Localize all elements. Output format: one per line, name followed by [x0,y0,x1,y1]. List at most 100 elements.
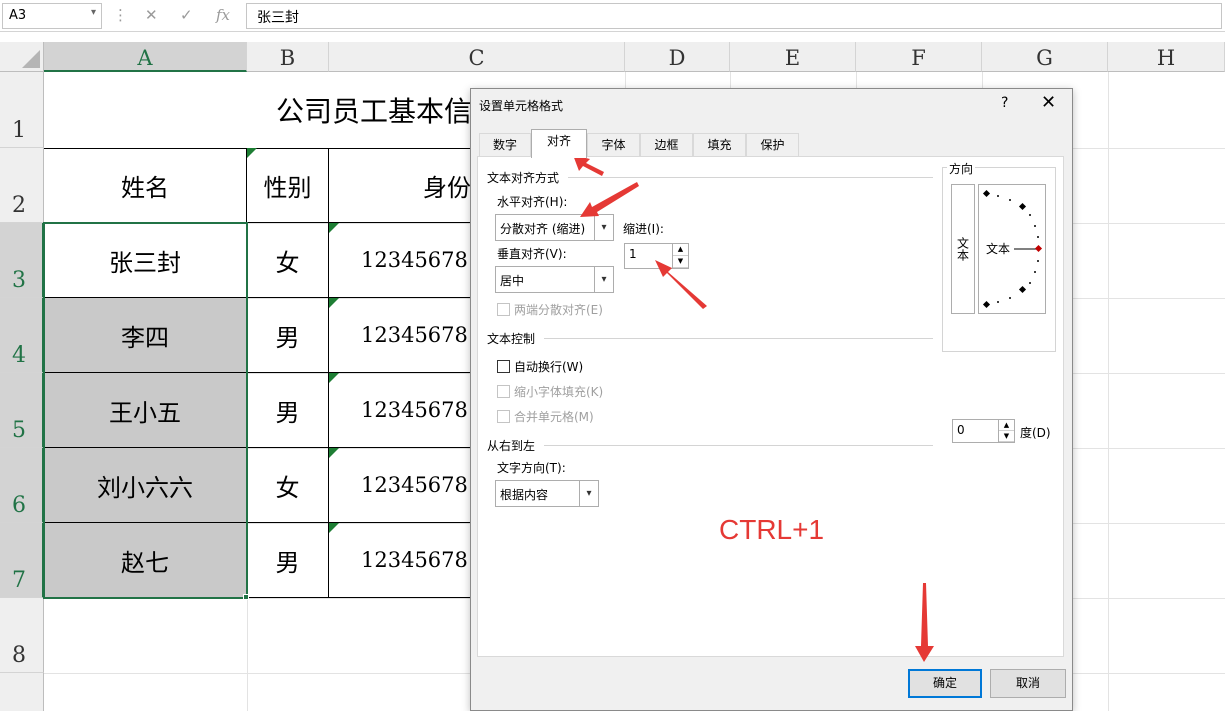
error-indicator [329,298,339,308]
chevron-down-icon[interactable]: ▾ [91,7,96,18]
section-text-alignment: 文本对齐方式 [487,171,560,185]
cell-a5[interactable]: 王小五 [44,373,247,448]
section-divider [568,177,933,178]
row-header-2[interactable]: 2 [0,148,44,223]
cell-b3[interactable]: 女 [247,223,329,298]
shortcut-annotation: CTRL+1 [719,514,825,545]
row-header-8[interactable]: 8 [0,598,44,673]
chevron-down-icon[interactable]: ▾ [594,267,613,292]
vertical-align-select[interactable]: 居中 ▾ [495,266,614,293]
cancel-icon[interactable]: ✕ [145,6,158,24]
row-header-4[interactable]: 4 [0,298,44,373]
row-header-6[interactable]: 6 [0,448,44,523]
format-cells-dialog: 设置单元格格式 ? ✕ 数字 对齐 字体 边框 填充 保护 文本对齐方式 水平对… [470,88,1073,711]
formula-input[interactable]: 张三封 [246,3,1222,29]
ok-button[interactable]: 确定 [908,669,982,698]
section-orientation: 方向 [947,160,976,177]
gridline [247,598,248,711]
tab-number[interactable]: 数字 [479,133,531,157]
help-icon[interactable]: ? [1001,95,1008,111]
cell-c4[interactable]: 12345678 [329,298,474,373]
error-indicator [329,223,339,233]
fill-handle[interactable] [243,594,249,600]
tab-border[interactable]: 边框 [640,133,693,157]
text-direction-value: 根据内容 [500,488,549,502]
name-box[interactable]: A3 ▾ [2,3,102,29]
chevron-down-icon[interactable]: ▾ [594,215,613,240]
column-header-b[interactable]: B [247,42,329,72]
cell-a4[interactable]: 李四 [44,298,247,373]
tab-fill[interactable]: 填充 [693,133,746,157]
column-header-h[interactable]: H [1108,42,1225,72]
cell-a6[interactable]: 刘小六六 [44,448,247,523]
spin-up-icon[interactable]: ▲ [999,420,1014,431]
column-header-c[interactable]: C [329,42,625,72]
gridline [1108,72,1109,711]
cell-a3[interactable]: 张三封 [44,223,247,298]
column-header-a[interactable]: A [44,42,247,72]
cell-b5[interactable]: 男 [247,373,329,448]
indent-stepper[interactable]: 1 ▲ ▼ [624,243,689,269]
row-header-1[interactable]: 1 [0,72,44,148]
section-divider [544,445,933,446]
vertical-text-box[interactable]: 文本 [951,184,975,314]
wrap-text-checkbox[interactable] [497,360,510,373]
degrees-stepper[interactable]: 0 ▲ ▼ [952,419,1015,443]
shrink-to-fit-checkbox[interactable] [497,385,510,398]
cell-c7[interactable]: 12345678 [329,523,474,598]
horizontal-align-label: 水平对齐(H): [497,195,568,209]
spin-up-icon[interactable]: ▲ [673,244,688,256]
error-indicator [329,373,339,383]
text-direction-label: 文字方向(T): [497,461,566,475]
cell-c2[interactable]: 身份 [329,148,474,223]
spin-down-icon[interactable]: ▼ [673,256,688,268]
vertical-align-label: 垂直对齐(V): [497,247,567,261]
tab-protection[interactable]: 保护 [746,133,799,157]
merge-cells-label: 合并单元格(M) [514,410,594,424]
cell-a2[interactable]: 姓名 [44,148,247,223]
shrink-to-fit-label: 缩小字体填充(K) [514,385,604,399]
column-header-g[interactable]: G [982,42,1108,72]
chevron-down-icon[interactable]: ▾ [579,481,598,506]
error-indicator [329,523,339,533]
cell-a7[interactable]: 赵七 [44,523,247,598]
justify-distributed-checkbox[interactable] [497,303,510,316]
column-header-e[interactable]: E [730,42,856,72]
justify-distributed-label: 两端分散对齐(E) [514,303,603,317]
column-header-d[interactable]: D [625,42,730,72]
horizontal-align-select[interactable]: 分散对齐 (缩进) ▾ [495,214,614,241]
select-all-corner[interactable] [0,42,44,72]
row-header-7[interactable]: 7 [0,523,44,598]
merge-cells-checkbox[interactable] [497,410,510,423]
row-header-5[interactable]: 5 [0,373,44,448]
cancel-button[interactable]: 取消 [990,669,1066,698]
column-header-f[interactable]: F [856,42,982,72]
function-icon[interactable]: fx [216,6,230,24]
formula-bar: A3 ▾ ⋮ ✕ ✓ fx 张三封 [0,0,1225,32]
orientation-dial[interactable]: 文本 [978,184,1046,314]
enter-icon[interactable]: ✓ [180,6,193,24]
spin-down-icon[interactable]: ▼ [999,431,1014,442]
alignment-panel: 文本对齐方式 水平对齐(H): 分散对齐 (缩进) ▾ 缩进(I): 1 ▲ ▼ … [477,156,1064,657]
indent-label: 缩进(I): [623,222,664,236]
text-direction-select[interactable]: 根据内容 ▾ [495,480,599,507]
tab-alignment[interactable]: 对齐 [531,129,587,158]
cell-b6[interactable]: 女 [247,448,329,523]
tab-font[interactable]: 字体 [587,133,640,157]
section-divider [544,338,933,339]
cell-c6[interactable]: 12345678 [329,448,474,523]
cell-b2[interactable]: 性别 [247,148,329,223]
section-right-to-left: 从右到左 [487,439,536,453]
close-icon[interactable]: ✕ [1041,92,1056,113]
row-header-9[interactable] [0,673,44,711]
row-header-3[interactable]: 3 [0,223,44,298]
cell-c3[interactable]: 12345678 [329,223,474,298]
sheet-title-cell[interactable]: 公司员工基本信 [44,72,474,149]
dial-text: 文本 [986,241,1010,256]
cell-b4[interactable]: 男 [247,298,329,373]
wrap-text-label: 自动换行(W) [514,360,584,374]
vertical-align-value: 居中 [500,274,525,288]
cell-c5[interactable]: 12345678 [329,373,474,448]
cell-b7[interactable]: 男 [247,523,329,598]
more-dots-icon: ⋮ [113,6,128,24]
